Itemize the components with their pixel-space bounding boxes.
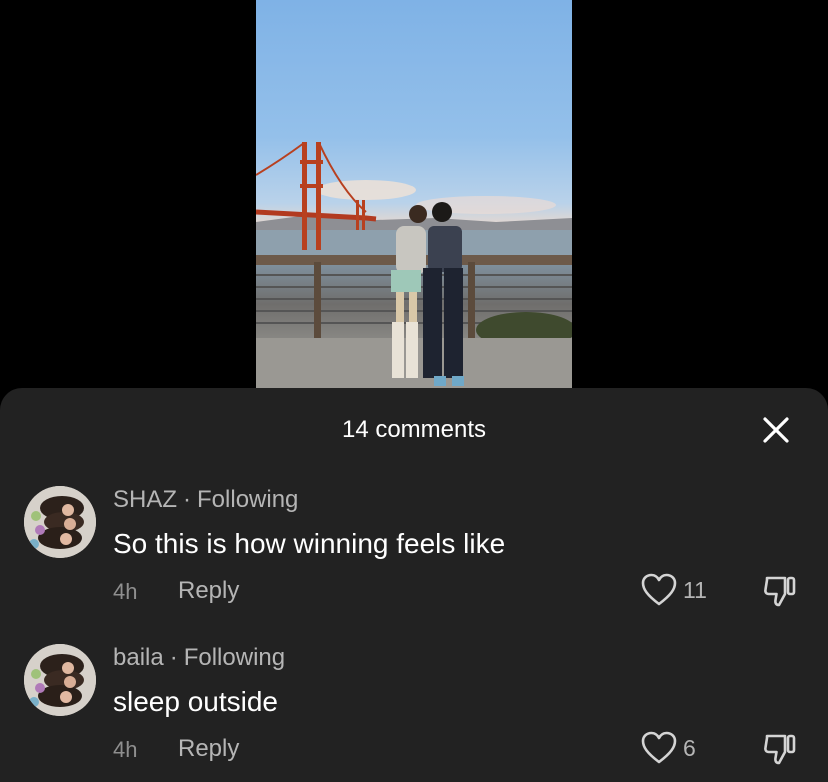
like-button[interactable]: 6 [641,728,696,768]
meta-separator: · [169,644,178,671]
following-label: Following [197,486,299,513]
avatar-image [24,644,96,716]
comment-count-title: 14 comments [341,416,487,443]
heart-icon [641,731,677,764]
like-count: 11 [683,576,707,603]
reply-button[interactable]: Reply [178,735,239,763]
comment-meta: SHAZ · Following [113,486,298,514]
video-frame-image [256,142,572,390]
following-label: Following [183,644,286,671]
sheet-header: 14 comments [0,388,828,470]
comment-item: SHAZ · Following So this is how winning fe… [0,486,828,636]
comment-meta: baila · Following [113,644,285,672]
avatar[interactable] [24,644,96,716]
close-button[interactable] [758,412,794,448]
avatar-image [24,486,96,558]
like-count: 6 [683,734,696,761]
thumbs-down-icon [764,734,796,765]
comment-text: sleep outside [113,686,279,717]
close-icon [763,417,789,443]
dislike-button[interactable] [761,572,799,610]
video-player[interactable] [256,0,572,390]
comment-username[interactable]: baila [113,644,164,671]
comment-timestamp: 4h [113,737,138,762]
meta-separator: · [183,486,192,513]
reply-button[interactable]: Reply [178,577,239,605]
screen: 14 comments SHAZ · Following So this is … [0,0,828,782]
comment-username[interactable]: SHAZ [113,486,177,513]
thumbs-down-icon [764,576,796,607]
comment-item: baila · Following sleep outside 4h Reply 6 [0,644,828,782]
heart-icon [641,573,677,606]
avatar[interactable] [24,486,96,558]
comment-timestamp: 4h [113,579,138,604]
comment-text: So this is how winning feels like [113,528,506,559]
comments-sheet: 14 comments SHAZ · Following So this is … [0,388,828,782]
like-button[interactable]: 11 [641,570,707,610]
dislike-button[interactable] [761,730,799,768]
